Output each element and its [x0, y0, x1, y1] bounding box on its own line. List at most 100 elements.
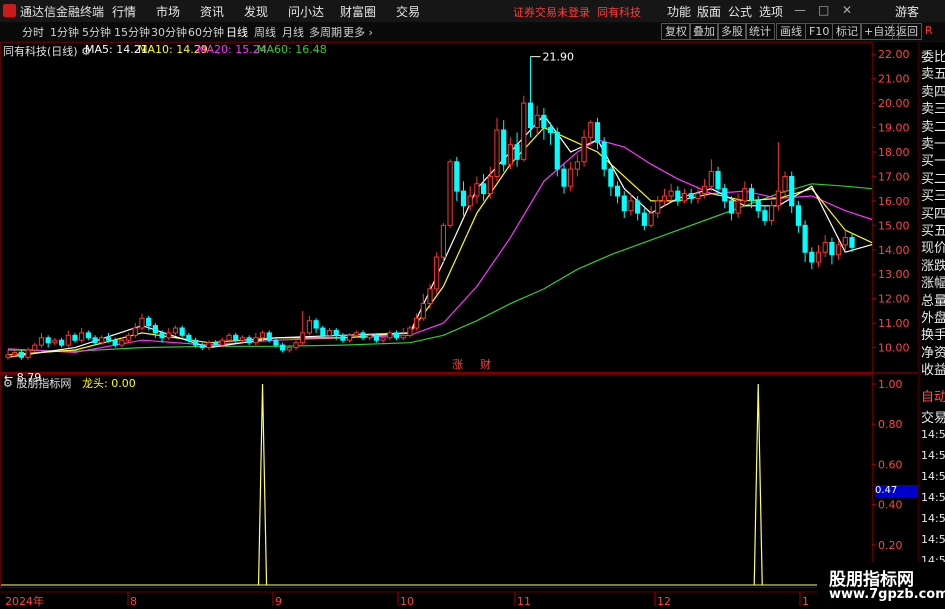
- mark-button[interactable]: 标记: [832, 23, 862, 40]
- candle-down: [561, 168, 567, 187]
- ma5-line: [7, 114, 873, 358]
- candle-up: [581, 136, 587, 163]
- candle-down: [675, 190, 681, 202]
- date-tick-label: 11: [517, 595, 531, 608]
- period-tab-60min[interactable]: 60分钟: [188, 24, 224, 40]
- candle-up: [681, 193, 688, 202]
- draw-line-button[interactable]: 画线: [776, 23, 806, 40]
- candle-down: [728, 200, 735, 214]
- candle-down: [789, 175, 795, 207]
- maximize-icon[interactable]: □: [818, 3, 829, 17]
- multi-stock-button[interactable]: 多股: [717, 23, 747, 40]
- guest-login[interactable]: 游客: [895, 3, 919, 20]
- period-tab-15min[interactable]: 15分钟: [114, 24, 150, 40]
- candle-up: [708, 171, 714, 187]
- candle-up: [380, 337, 386, 341]
- app-title: 通达信金融终端: [20, 5, 105, 19]
- sidebar-item: 买三: [921, 189, 945, 205]
- menu-function[interactable]: 功能: [667, 3, 691, 20]
- candle-up: [25, 349, 31, 358]
- candle-down: [829, 241, 835, 256]
- minimize-icon[interactable]: —: [794, 3, 806, 17]
- candle-down: [152, 325, 158, 334]
- candle-down: [18, 351, 24, 358]
- time-item: 14:56: [921, 449, 945, 462]
- statistics-button[interactable]: 统计: [745, 23, 775, 40]
- close-icon[interactable]: ✕: [842, 3, 852, 17]
- candle-up: [172, 327, 179, 334]
- candle-up: [99, 337, 105, 344]
- r-badge: R: [925, 24, 933, 37]
- candle-down: [601, 141, 607, 170]
- candle-up: [568, 168, 574, 187]
- time-item: 14:56: [921, 470, 945, 483]
- candle-up: [132, 327, 138, 336]
- candle-down: [393, 332, 400, 339]
- menu-layout[interactable]: 版面: [697, 3, 721, 20]
- candle-down: [58, 339, 65, 346]
- candle-up: [775, 190, 781, 207]
- candle-up: [253, 337, 259, 344]
- event-marker-rise: 涨: [452, 358, 463, 371]
- quote-sidebar: 委比 卖五 卖四 卖三 卖二 卖一 买一 买二 买三 买四 买五 现价 涨跌 涨幅 总量 外盘 换手 净资 收益 自动…: [918, 42, 945, 609]
- indicator-frame: [0, 374, 873, 588]
- candle-up: [574, 161, 580, 170]
- period-tab-timeshare[interactable]: 分时: [22, 24, 44, 40]
- price-tick-label: 18.00: [878, 146, 910, 159]
- watermark-url: www.7gpzb.com: [829, 587, 945, 602]
- candle-down: [514, 144, 520, 160]
- stock-title: 同有科技(日线) ⚙: [3, 45, 91, 58]
- period-tab-1min[interactable]: 1分钟: [50, 24, 79, 40]
- candle-down: [621, 195, 627, 212]
- candle-down: [72, 334, 78, 341]
- candle-up: [628, 200, 634, 212]
- menu-trade[interactable]: 交易: [396, 3, 420, 20]
- candle-up: [507, 144, 513, 165]
- adjust-button[interactable]: 复权: [661, 23, 691, 40]
- menu-discover[interactable]: 发现: [244, 3, 268, 20]
- candle-up: [782, 175, 788, 192]
- period-tab-weekly[interactable]: 周线: [254, 24, 276, 40]
- candle-down: [608, 168, 614, 187]
- candle-up: [286, 347, 292, 351]
- candle-down: [313, 320, 319, 329]
- sidebar-item: 净资: [921, 345, 945, 361]
- high-price-label: 21.90: [542, 51, 574, 64]
- app-window: 通达信金融终端 行情 市场 资讯 发现 问小达 财富圈 交易 证券交易未登录 同…: [0, 0, 945, 609]
- candle-down: [192, 339, 199, 346]
- period-tab-monthly[interactable]: 月线: [282, 24, 304, 40]
- period-tab-5min[interactable]: 5分钟: [82, 24, 111, 40]
- candle-up: [440, 224, 446, 258]
- candle-up: [842, 237, 848, 246]
- login-notice[interactable]: 证券交易未登录 同有科技: [513, 4, 641, 20]
- menu-wealth-circle[interactable]: 财富圈: [340, 3, 376, 20]
- candle-up: [79, 332, 85, 341]
- kline-chart[interactable]: 22.00 21.00 20.00 19.00 18.00 17.00 16.00 15.00…: [0, 42, 918, 609]
- candle-down: [547, 127, 554, 133]
- candle-up: [702, 185, 708, 195]
- period-tab-multi[interactable]: 多周期: [309, 24, 342, 40]
- back-button[interactable]: 返回: [892, 23, 922, 40]
- period-tab-daily[interactable]: 日线: [226, 24, 248, 40]
- candle-down: [233, 334, 239, 341]
- price-tick-label: 21.00: [878, 73, 910, 86]
- price-tick-label: 16.00: [878, 195, 910, 208]
- overlay-button[interactable]: 叠加: [689, 23, 719, 40]
- menu-assistant[interactable]: 问小达: [288, 3, 324, 20]
- menu-options[interactable]: 选项: [759, 3, 783, 20]
- indicator-tick-label: 0.40: [878, 499, 903, 512]
- f10-button[interactable]: F10: [805, 23, 834, 40]
- menu-market[interactable]: 市场: [156, 3, 180, 20]
- settings-icon[interactable]: ⚙: [3, 377, 13, 390]
- candle-down: [762, 210, 768, 221]
- candle-up: [387, 332, 393, 339]
- candle-up: [434, 256, 440, 290]
- period-tab-more[interactable]: 更多 ›: [343, 24, 373, 40]
- menu-quotes[interactable]: 行情: [112, 3, 136, 20]
- period-tab-30min[interactable]: 30分钟: [151, 24, 187, 40]
- candle-down: [802, 224, 808, 253]
- candle-down: [199, 344, 205, 349]
- menu-news[interactable]: 资讯: [200, 3, 224, 20]
- candle-up: [668, 190, 674, 197]
- menu-formula[interactable]: 公式: [728, 3, 752, 20]
